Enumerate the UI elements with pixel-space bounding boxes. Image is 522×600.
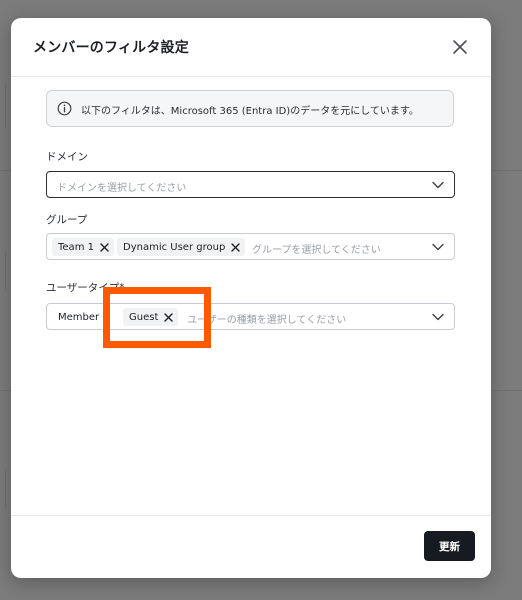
domain-select[interactable]: ドメインを選択してください [46, 171, 455, 198]
info-notice: 以下のフィルタは、Microsoft 365 (Entra ID)のデータを元に… [46, 90, 454, 127]
dialog-header: メンバーのフィルタ設定 [11, 18, 491, 77]
domain-placeholder: ドメインを選択してください [57, 183, 187, 194]
dialog-title: メンバーのフィルタ設定 [33, 40, 189, 56]
chevron-down-icon[interactable] [432, 242, 444, 252]
x-icon[interactable] [164, 312, 174, 322]
user-type-label: ユーザータイプ* [46, 282, 125, 294]
domain-label: ドメイン [46, 151, 88, 163]
chip-label: Dynamic User group [123, 241, 226, 253]
chip-label: Guest [129, 311, 159, 323]
user-type-chip-guest: Guest [123, 308, 179, 326]
group-chip-team1: Team 1 [52, 238, 114, 256]
member-filter-dialog: メンバーのフィルタ設定 以下のフィルタは、Microsoft 365 (Entr… [11, 18, 491, 578]
background-edge [5, 250, 6, 290]
background-edge [5, 470, 6, 510]
user-type-chip-member: Member [52, 308, 104, 326]
dialog-footer: 更新 [11, 515, 491, 578]
group-chip-dynamic-user-group: Dynamic User group [117, 238, 246, 256]
user-type-select[interactable]: Member Guest ユーザーの種類を選択してください [46, 303, 455, 330]
update-button[interactable]: 更新 [424, 531, 475, 561]
chevron-down-icon[interactable] [432, 180, 444, 190]
group-select[interactable]: Team 1 Dynamic User group グループを選択してください [46, 233, 455, 260]
chip-label: Member [58, 311, 100, 323]
x-icon[interactable] [100, 242, 109, 252]
group-placeholder: グループを選択してください [252, 245, 381, 256]
info-text: 以下のフィルタは、Microsoft 365 (Entra ID)のデータを元に… [81, 106, 419, 117]
background-edge [5, 82, 6, 128]
info-icon [57, 101, 72, 116]
x-icon[interactable] [231, 242, 240, 252]
close-icon[interactable] [451, 38, 469, 56]
chip-label: Team 1 [58, 241, 94, 253]
group-label: グループ [46, 214, 88, 226]
chevron-down-icon[interactable] [432, 312, 444, 322]
user-type-placeholder: ユーザーの種類を選択してください [187, 315, 347, 326]
